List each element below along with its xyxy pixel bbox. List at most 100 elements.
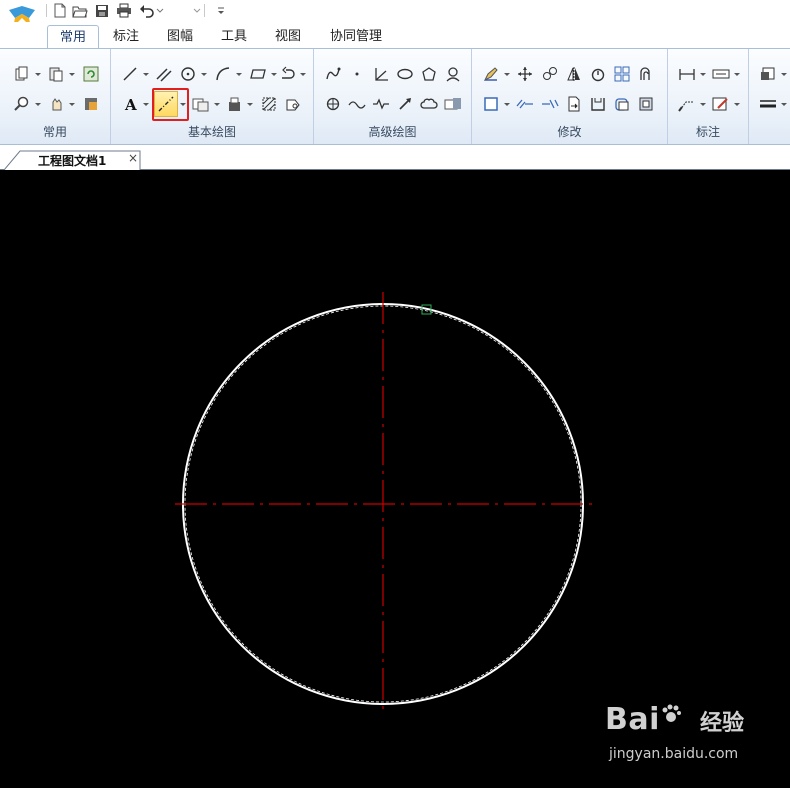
rectangle-icon[interactable] (247, 63, 269, 85)
wave-icon[interactable] (442, 63, 464, 85)
tab-sheet[interactable]: 图幅 (155, 25, 205, 49)
document-tab[interactable]: 工程图文档1 × (4, 150, 141, 171)
array-icon[interactable] (611, 63, 633, 85)
layer-dropdown[interactable] (780, 63, 787, 85)
ellipse-icon[interactable] (394, 63, 416, 85)
pan-icon[interactable] (45, 93, 67, 115)
explode-icon[interactable] (635, 93, 657, 115)
dimension-dropdown[interactable] (699, 63, 706, 85)
block-icon[interactable] (223, 93, 245, 115)
annotation-text-dropdown[interactable] (733, 93, 740, 115)
polygon-icon[interactable] (418, 63, 440, 85)
new-file-icon[interactable] (51, 2, 68, 19)
watermark: Bai 经验 jingyan.baidu.com (605, 702, 785, 782)
print-icon[interactable] (115, 2, 132, 19)
arc-icon[interactable] (212, 63, 234, 85)
leader-icon[interactable] (676, 93, 698, 115)
save-icon[interactable] (93, 2, 110, 19)
group-label-advanced-drawing: 高级绘图 (368, 125, 417, 139)
tolerance-dropdown[interactable] (733, 63, 740, 85)
circle-icon[interactable] (177, 63, 199, 85)
line-weight-dropdown[interactable] (780, 93, 787, 115)
group-label-modify: 修改 (557, 125, 582, 139)
tab-annotation[interactable]: 标注 (101, 25, 151, 49)
fillet-icon[interactable] (587, 93, 609, 115)
tab-common[interactable]: 常用 (47, 25, 100, 49)
undo-dropdown[interactable] (156, 2, 164, 19)
redo-dropdown[interactable] (193, 2, 201, 19)
extend-icon[interactable] (539, 93, 561, 115)
gear-icon[interactable] (322, 93, 344, 115)
zoom-icon[interactable] (11, 93, 33, 115)
angle-line-icon[interactable] (370, 63, 392, 85)
layer-icon[interactable] (757, 63, 779, 85)
line-dropdown[interactable] (142, 63, 149, 85)
polyline-dropdown[interactable] (299, 63, 306, 85)
document-tab-strip: 工程图文档1 × (0, 145, 790, 171)
zigzag-icon[interactable] (370, 93, 392, 115)
arrow-icon[interactable] (394, 93, 416, 115)
arc-dropdown[interactable] (235, 63, 242, 85)
copy-icon[interactable] (11, 63, 33, 85)
pan-dropdown[interactable] (68, 93, 75, 115)
break-line-icon[interactable] (346, 93, 368, 115)
line-weight-icon[interactable] (757, 93, 779, 115)
customize-icon[interactable] (215, 2, 227, 19)
move-icon[interactable] (514, 63, 536, 85)
circle-dropdown[interactable] (200, 63, 207, 85)
parallel-line-icon[interactable] (153, 63, 175, 85)
tab-collaboration[interactable]: 协同管理 (318, 25, 394, 49)
properties-icon[interactable] (80, 93, 102, 115)
tab-tools[interactable]: 工具 (209, 25, 259, 49)
hatch-dropdown[interactable] (213, 93, 220, 115)
text-icon[interactable]: A (119, 93, 141, 115)
linear-dimension-icon[interactable] (676, 63, 698, 85)
mirror-icon[interactable] (563, 63, 585, 85)
polyline-icon[interactable] (277, 63, 299, 85)
group-basic-drawing: A 基本绘图 (111, 49, 314, 144)
group-advanced-drawing: 高级绘图 (314, 49, 472, 144)
rotate-icon[interactable] (587, 63, 609, 85)
scale-icon[interactable] (480, 93, 502, 115)
rectangle-dropdown[interactable] (270, 63, 277, 85)
annotation-text-icon[interactable] (710, 93, 732, 115)
paste-dropdown[interactable] (68, 63, 75, 85)
watermark-brand: Bai (605, 702, 660, 737)
spline-icon[interactable] (322, 63, 344, 85)
erase-dropdown[interactable] (503, 63, 510, 85)
group-common: 常用 (0, 49, 111, 144)
table-icon[interactable] (442, 93, 464, 115)
chamfer-icon[interactable] (611, 93, 633, 115)
paste-icon[interactable] (45, 63, 67, 85)
group-annotation: 标注 (668, 49, 749, 144)
refresh-icon[interactable] (80, 63, 102, 85)
tab-view[interactable]: 视图 (263, 25, 313, 49)
erase-icon[interactable] (480, 63, 502, 85)
trim-icon[interactable] (514, 93, 536, 115)
cloud-icon[interactable] (418, 93, 440, 115)
fill-icon[interactable] (258, 93, 280, 115)
block-dropdown[interactable] (246, 93, 253, 115)
copy-objects-icon[interactable] (539, 63, 561, 85)
open-folder-icon[interactable] (71, 2, 88, 19)
break-icon[interactable] (563, 93, 585, 115)
stretch-icon[interactable] (635, 63, 657, 85)
drawing-canvas[interactable] (0, 170, 790, 788)
document-tab-label: 工程图文档1 (38, 154, 107, 168)
svg-text:A: A (124, 96, 137, 112)
toolbar-separator (204, 4, 205, 17)
close-icon[interactable]: × (128, 151, 138, 165)
zoom-dropdown[interactable] (34, 93, 41, 115)
leader-dropdown[interactable] (699, 93, 706, 115)
undo-icon[interactable] (138, 2, 155, 19)
line-icon[interactable] (119, 63, 141, 85)
paw-icon (662, 704, 681, 722)
point-icon[interactable] (346, 63, 368, 85)
region-icon[interactable] (282, 93, 304, 115)
ribbon-tab-bar: 常用 标注 图幅 工具 视图 协同管理 (0, 22, 790, 49)
scale-dropdown[interactable] (503, 93, 510, 115)
copy-dropdown[interactable] (34, 63, 41, 85)
text-dropdown[interactable] (142, 93, 149, 115)
tolerance-icon[interactable] (710, 63, 732, 85)
hatch-icon[interactable] (190, 93, 212, 115)
